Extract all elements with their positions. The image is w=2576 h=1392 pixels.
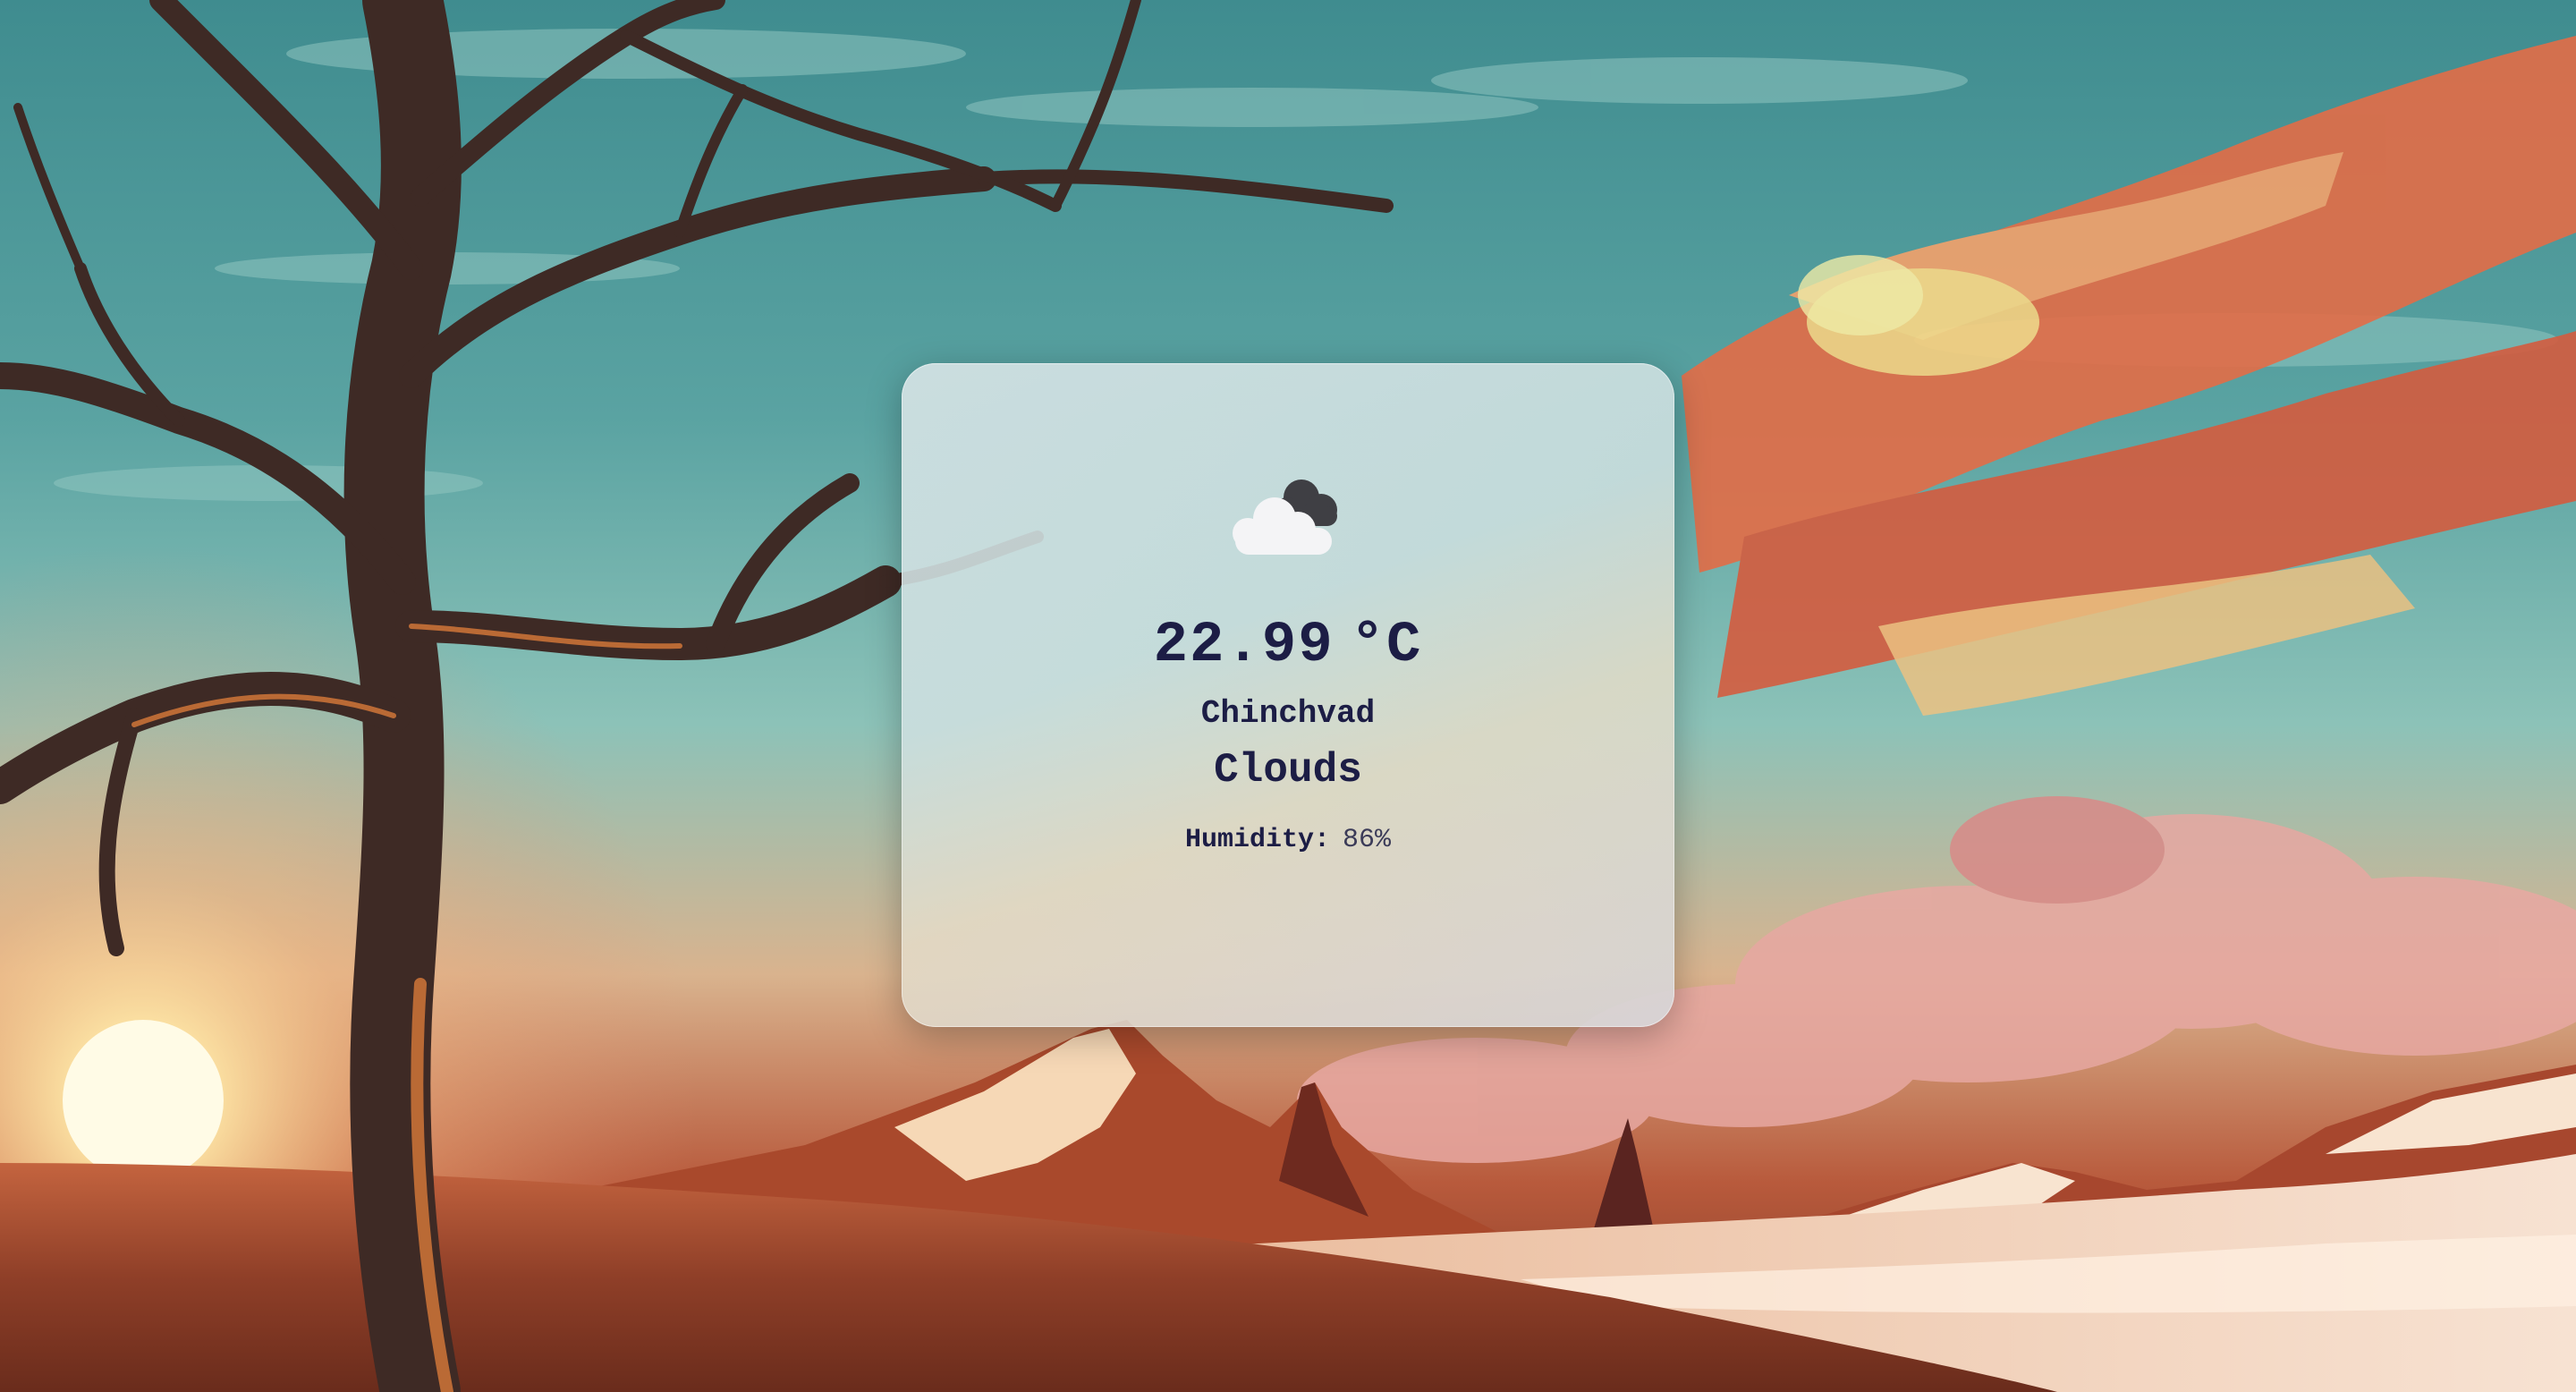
city-name: Chinchvad (1200, 695, 1376, 732)
sun (63, 1020, 224, 1181)
humidity-label: Humidity: (1184, 825, 1330, 855)
temperature-value: 22.99 (1153, 614, 1335, 678)
weather-card: 22.99 °C Chinchvad Clouds Humidity: 86% (902, 363, 1674, 1027)
temperature-unit: °C (1350, 614, 1423, 678)
humidity-value: 86% (1343, 825, 1392, 855)
cloud-icon (1233, 480, 1337, 555)
humidity-row: Humidity: 86% (1185, 827, 1391, 853)
orange-clouds (1682, 36, 2576, 716)
weather-condition: Clouds (1214, 747, 1362, 794)
temperature-readout: 22.99 °C (1154, 617, 1423, 675)
